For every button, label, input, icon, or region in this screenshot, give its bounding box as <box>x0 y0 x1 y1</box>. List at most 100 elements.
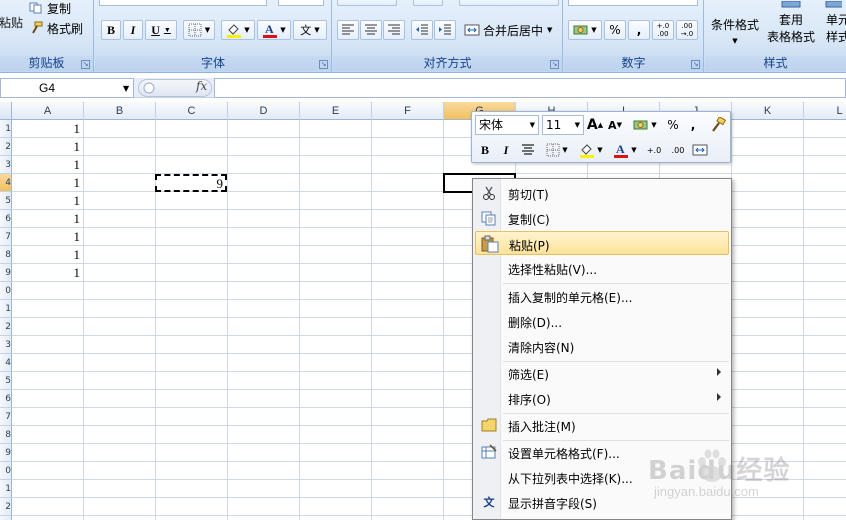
clipboard-launcher-icon[interactable]: ↘ <box>81 60 90 69</box>
row-header[interactable]: 6 <box>0 390 12 408</box>
cell-a5[interactable]: 1 <box>12 192 81 210</box>
mini-center-button[interactable] <box>519 140 537 160</box>
row-header[interactable]: 3 <box>0 516 12 520</box>
column-header-f[interactable]: F <box>372 102 444 120</box>
menu-item-clear-contents[interactable]: 清除内容(N) <box>475 334 729 358</box>
font-color-button[interactable]: A ▼ <box>257 20 291 40</box>
menu-item-sort[interactable]: 排序(O) <box>475 386 729 410</box>
mini-italic-button[interactable]: I <box>497 140 515 160</box>
chevron-down-icon[interactable]: ▼ <box>123 84 129 93</box>
mini-font-color-button[interactable]: A ▼ <box>610 140 640 160</box>
cell-a1[interactable]: 1 <box>12 120 81 138</box>
mini-accounting-button[interactable]: ▼ <box>630 115 660 135</box>
column-header-b[interactable]: B <box>84 102 156 120</box>
underline-button[interactable]: U ▼ <box>145 20 177 40</box>
mini-borders-button[interactable]: ▼ <box>542 140 572 160</box>
borders-button[interactable]: ▼ <box>183 20 215 40</box>
mini-decrease-decimal-button[interactable]: .00 <box>668 140 688 160</box>
font-name-combo[interactable] <box>99 0 267 6</box>
mini-bold-button[interactable]: B <box>476 140 494 160</box>
cell-a8[interactable]: 1 <box>12 246 81 264</box>
number-format-combo[interactable] <box>568 0 698 6</box>
row-header[interactable]: 7 <box>0 408 12 426</box>
format-painter-button[interactable]: 格式刷 <box>28 19 90 37</box>
percent-button[interactable]: % <box>604 20 626 40</box>
merge-center-button[interactable]: 合并后居中 ▼ <box>463 20 559 40</box>
menu-item-paste[interactable]: 粘贴(P) <box>475 231 729 255</box>
mini-format-painter-button[interactable] <box>708 115 728 135</box>
top-align-button[interactable] <box>337 0 397 6</box>
row-header[interactable]: 4 <box>0 354 12 372</box>
menu-item-delete[interactable]: 删除(D)... <box>475 309 729 333</box>
align-center-button[interactable] <box>360 20 382 40</box>
shrink-font-button[interactable]: A ▼ <box>607 115 623 135</box>
menu-item-insert-copied[interactable]: 插入复制的单元格(E)... <box>475 284 729 308</box>
align-right-button[interactable] <box>383 20 405 40</box>
mini-font-size[interactable]: 11 ▼ <box>542 115 584 135</box>
cell-a3[interactable]: 1 <box>12 156 81 174</box>
cell-a6[interactable]: 1 <box>12 210 81 228</box>
copy-button[interactable]: 复制 <box>28 0 88 16</box>
decrease-indent-button[interactable] <box>411 20 433 40</box>
column-header-d[interactable]: D <box>228 102 300 120</box>
cell-styles-button[interactable]: 单元 样式 <box>819 0 846 50</box>
phonetic-button[interactable]: 文 ▼ <box>293 20 327 40</box>
row-header[interactable]: 1 <box>0 120 12 138</box>
row-header[interactable]: 9 <box>0 264 12 282</box>
conditional-format-button[interactable]: 条件格式 ▼ <box>705 0 765 50</box>
row-header[interactable]: 5 <box>0 372 12 390</box>
mini-fill-color-button[interactable]: ▼ <box>576 140 606 160</box>
row-header[interactable]: 4 <box>0 174 12 192</box>
cell-a9[interactable]: 1 <box>12 264 81 282</box>
mini-merge-center-button[interactable] <box>690 140 710 160</box>
menu-item-copy[interactable]: 复制(C) <box>475 206 729 230</box>
row-header[interactable]: 7 <box>0 228 12 246</box>
row-header[interactable]: 0 <box>0 462 12 480</box>
italic-button[interactable]: I <box>123 20 143 40</box>
cell-a4[interactable]: 1 <box>12 174 81 192</box>
align-left-button[interactable] <box>337 20 359 40</box>
comma-button[interactable]: , <box>628 20 650 40</box>
copied-cell-marquee[interactable]: 9 <box>155 174 227 192</box>
menu-item-paste-special[interactable]: 选择性粘贴(V)... <box>475 256 729 280</box>
menu-item-insert-comment[interactable]: 插入批注(M) <box>475 413 729 437</box>
name-box[interactable]: G4 <box>0 78 134 98</box>
row-header[interactable]: 8 <box>0 246 12 264</box>
font-launcher-icon[interactable]: ↘ <box>319 60 328 69</box>
row-header[interactable]: 6 <box>0 210 12 228</box>
fill-color-button[interactable]: ▼ <box>221 20 255 40</box>
column-header-e[interactable]: E <box>300 102 372 120</box>
grow-font-button[interactable]: A ▲ <box>587 115 603 135</box>
row-header[interactable]: 1 <box>0 300 12 318</box>
paste-button[interactable]: 粘贴 <box>0 10 23 34</box>
row-header[interactable]: 9 <box>0 444 12 462</box>
row-header[interactable]: 1 <box>0 480 12 498</box>
row-header[interactable]: 2 <box>0 498 12 516</box>
increase-decimal-button[interactable]: +.0 .00 <box>652 20 674 40</box>
wrap-text-button[interactable] <box>459 0 559 6</box>
row-header[interactable]: 0 <box>0 282 12 300</box>
decrease-decimal-button[interactable]: .00 →.0 <box>676 20 698 40</box>
insert-function-button[interactable]: fx <box>196 79 207 93</box>
menu-item-cut[interactable]: 剪切(T) <box>475 181 729 205</box>
mini-font-name[interactable]: 宋体 ▼ <box>475 115 539 135</box>
cell-a7[interactable]: 1 <box>12 228 81 246</box>
column-header-a[interactable]: A <box>12 102 84 120</box>
accounting-format-button[interactable]: ▼ <box>568 20 602 40</box>
column-header-l[interactable]: L <box>804 102 846 120</box>
select-all-corner[interactable] <box>0 102 12 120</box>
mini-percent-button[interactable]: % <box>664 115 682 135</box>
row-header[interactable]: 2 <box>0 318 12 336</box>
row-header[interactable]: 3 <box>0 156 12 174</box>
bold-button[interactable]: B <box>101 20 121 40</box>
increase-indent-button[interactable] <box>434 20 456 40</box>
row-header[interactable]: 5 <box>0 192 12 210</box>
row-header[interactable]: 8 <box>0 426 12 444</box>
cell-a2[interactable]: 1 <box>12 138 81 156</box>
mini-comma-button[interactable]: , <box>686 115 700 135</box>
row-header[interactable]: 3 <box>0 336 12 354</box>
number-launcher-icon[interactable]: ↘ <box>691 60 700 69</box>
menu-item-filter[interactable]: 筛选(E) <box>475 361 729 385</box>
formula-input[interactable] <box>214 78 846 98</box>
alignment-launcher-icon[interactable]: ↘ <box>550 60 559 69</box>
